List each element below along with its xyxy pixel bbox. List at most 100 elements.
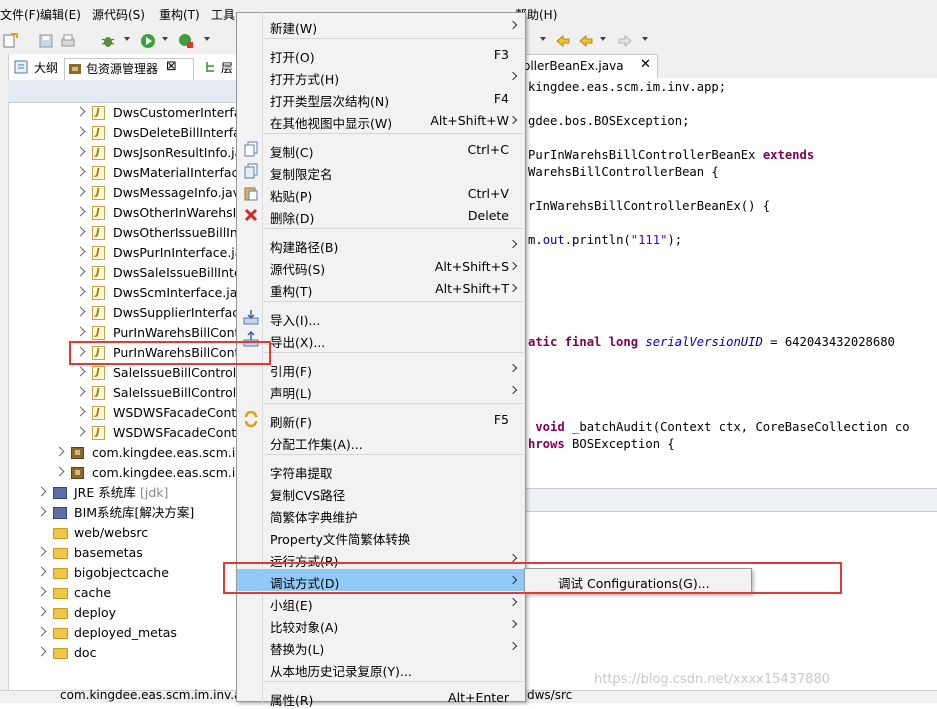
context-menu-item[interactable]: 属性(R) Alt+Enter — [237, 686, 525, 708]
debug-icon[interactable] — [100, 33, 116, 49]
context-menu-item[interactable]: 打开(O) F3 — [237, 43, 525, 65]
context-menu-item[interactable]: 打开方式(H) — [237, 65, 525, 87]
context-menu-item[interactable]: 字符串提取 — [237, 459, 525, 481]
tab-outline[interactable]: 大纲 — [12, 58, 62, 80]
tree-item[interactable]: JRE 系统库 [jdk] — [36, 483, 237, 503]
expand-chevron-icon[interactable] — [75, 326, 86, 337]
context-menu-item[interactable]: Property文件简繁体转换 — [237, 525, 525, 547]
tree-item[interactable]: J DwsMaterialInterface — [75, 163, 246, 183]
run-dropdown-icon[interactable] — [162, 37, 168, 41]
tree-item[interactable]: J DwsMessageInfo.java — [75, 183, 248, 203]
context-menu-item[interactable]: 新建(W) — [237, 14, 525, 36]
external-tools-dropdown-icon[interactable] — [204, 37, 210, 41]
expand-chevron-icon[interactable] — [54, 466, 65, 477]
expand-chevron-icon[interactable] — [75, 246, 86, 257]
debug-dropdown-icon[interactable] — [124, 37, 130, 41]
context-menu-item[interactable]: 声明(L) — [237, 379, 525, 401]
expand-chevron-icon[interactable] — [75, 206, 86, 217]
expand-chevron-icon[interactable] — [75, 186, 86, 197]
menu-refactor[interactable]: 重构(T) — [159, 6, 200, 23]
code-editor[interactable]: kingdee.eas.scm.im.inv.app; gdee.bos.BOSE… — [518, 78, 937, 488]
context-menu-item[interactable]: 粘贴(P) Ctrl+V — [237, 182, 525, 204]
tree-item[interactable]: BIM系统库[解决方案] — [36, 503, 237, 523]
tree-item[interactable]: J DwsOtherInWarehsIn — [75, 203, 244, 223]
expand-chevron-icon[interactable] — [75, 126, 86, 137]
close-tab-icon[interactable]: ⊠ — [166, 59, 177, 74]
tree-item[interactable]: J WSDWSFacadeContr — [75, 423, 241, 443]
tree-item[interactable]: J DwsOtherIssueBillInte — [75, 223, 250, 243]
context-menu-item[interactable]: 打开类型层次结构(N) F4 — [237, 87, 525, 109]
menu-file[interactable]: 文件(F) — [0, 6, 40, 23]
context-menu-item[interactable]: 源代码(S) Alt+Shift+S — [237, 255, 525, 277]
nav-dropdown-icon[interactable] — [540, 37, 546, 41]
expand-chevron-icon[interactable] — [75, 226, 86, 237]
context-menu-item[interactable]: 比较对象(A) — [237, 613, 525, 635]
expand-chevron-icon[interactable] — [36, 546, 47, 557]
expand-chevron-icon[interactable] — [36, 506, 47, 517]
context-menu-item[interactable]: 刷新(F) F5 — [237, 408, 525, 430]
tree-item[interactable]: deployed_metas — [36, 623, 237, 643]
expand-chevron-icon[interactable] — [75, 386, 86, 397]
tree-item[interactable]: J PurInWarehsBillContr — [75, 323, 245, 343]
expand-chevron-icon[interactable] — [75, 366, 86, 377]
expand-chevron-icon[interactable] — [75, 406, 86, 417]
menu-tools[interactable]: 工具 — [211, 6, 235, 23]
back-icon[interactable] — [578, 33, 594, 49]
new-icon[interactable] — [2, 33, 18, 49]
context-menu-item[interactable]: 复制(C) Ctrl+C — [237, 138, 525, 160]
tree-item[interactable]: J SaleIssueBillControlle — [75, 363, 247, 383]
tree-item[interactable]: web/websrc — [38, 523, 237, 543]
context-menu-item[interactable]: 引用(F) — [237, 357, 525, 379]
tree-item[interactable]: com.kingdee.eas.scm.im — [54, 463, 248, 483]
external-tools-icon[interactable] — [178, 33, 194, 49]
tree-item[interactable]: J DwsDeleteBillInterfac — [75, 123, 248, 143]
context-menu-item[interactable]: 导入(I)... — [237, 306, 525, 328]
expand-chevron-icon[interactable] — [75, 286, 86, 297]
expand-chevron-icon[interactable] — [36, 646, 47, 657]
expand-chevron-icon[interactable] — [75, 426, 86, 437]
tree-item[interactable]: deploy — [36, 603, 237, 623]
save-icon[interactable] — [38, 33, 54, 49]
forward-icon[interactable] — [617, 33, 633, 49]
forward-dropdown-icon[interactable] — [642, 37, 648, 41]
tree-item[interactable]: doc — [36, 643, 237, 663]
expand-chevron-icon[interactable] — [75, 166, 86, 177]
menu-edit[interactable]: 编辑(E) — [40, 6, 81, 23]
context-menu-item[interactable]: 分配工作集(A)... — [237, 430, 525, 452]
expand-chevron-icon[interactable] — [36, 586, 47, 597]
context-menu-item[interactable]: 从本地历史记录复原(Y)... — [237, 657, 525, 679]
tree-item[interactable]: J WSDWSFacadeContr — [75, 403, 241, 423]
expand-chevron-icon[interactable] — [36, 606, 47, 617]
tree-item[interactable]: J DwsSupplierInterface — [75, 303, 247, 323]
context-menu-item[interactable]: 构建路径(B) — [237, 233, 525, 255]
tree-item[interactable]: bigobjectcache — [36, 563, 237, 583]
context-menu-item[interactable]: 导出(X)... — [237, 328, 525, 350]
close-editor-icon[interactable]: ✕ — [640, 57, 651, 72]
context-menu-item[interactable]: 重构(T) Alt+Shift+T — [237, 277, 525, 299]
expand-chevron-icon[interactable] — [36, 486, 47, 497]
expand-chevron-icon[interactable] — [54, 446, 65, 457]
print-icon[interactable] — [60, 33, 76, 49]
menu-source[interactable]: 源代码(S) — [92, 6, 145, 23]
tree-item[interactable]: J DwsSaleIssueBillInter — [75, 263, 247, 283]
context-menu-item[interactable]: 复制CVS路径 — [237, 481, 525, 503]
tree-item[interactable]: J DwsCustomerInterfac — [75, 103, 248, 123]
expand-chevron-icon[interactable] — [36, 566, 47, 577]
last-edit-icon[interactable] — [555, 33, 571, 49]
back-dropdown-icon[interactable] — [600, 37, 606, 41]
run-icon[interactable] — [140, 33, 156, 49]
expand-chevron-icon[interactable] — [36, 626, 47, 637]
tab-hierarchy[interactable]: 层 — [203, 58, 237, 80]
tree-item[interactable]: J DwsScmInterface.java — [75, 283, 252, 303]
expand-chevron-icon[interactable] — [75, 146, 86, 157]
tab-package-explorer[interactable]: 包资源管理器 ⊠ — [64, 58, 194, 80]
tree-item[interactable]: basemetas — [36, 543, 237, 563]
context-menu-item[interactable]: 简繁体字典维护 — [237, 503, 525, 525]
tree-item[interactable]: J SaleIssueBillControlle — [75, 383, 247, 403]
context-menu-item[interactable]: 在其他视图中显示(W) Alt+Shift+W — [237, 109, 525, 131]
tree-item[interactable]: com.kingdee.eas.scm.im — [54, 443, 248, 463]
context-menu-item[interactable]: 小组(E) — [237, 591, 525, 613]
expand-chevron-icon[interactable] — [75, 266, 86, 277]
context-menu-item[interactable]: 复制限定名 — [237, 160, 525, 182]
context-menu-item[interactable]: 替换为(L) — [237, 635, 525, 657]
